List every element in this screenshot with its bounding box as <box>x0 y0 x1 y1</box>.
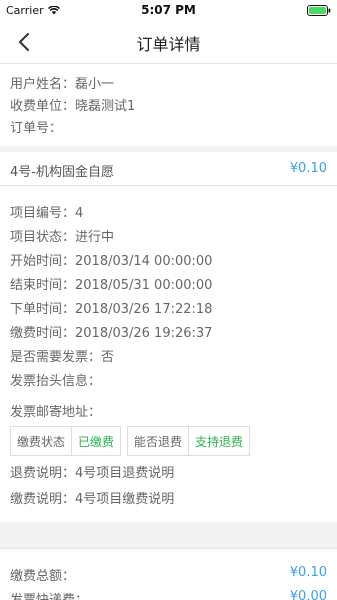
start-time-text: 开始时间：2018/03/14 00:00:00 <box>10 254 213 269</box>
end-time-text: 结束时间：2018/05/31 00:00:00 <box>10 278 213 293</box>
refund-value: 支持退费 <box>195 434 244 449</box>
total-value: ¥0.10 <box>289 565 327 580</box>
pay-status-tag: 缴费状态 已缴费 <box>10 426 122 456</box>
status-right <box>307 5 331 16</box>
refund-desc-text: 退费说明：4号项目退费说明 <box>10 466 175 481</box>
totals-card: 缴费总额： ¥0.10 发票快递费： ¥0.00 <box>0 548 337 600</box>
item-detail-card: 项目编号：4 项目状态：进行中 开始时间：2018/03/14 00:00:00… <box>0 186 337 522</box>
charge-unit-text: 收费单位：晓磊测试1 <box>10 99 136 114</box>
user-name-text: 用户姓名：磊小一 <box>10 77 115 92</box>
total-label: 缴费总额： <box>10 569 76 584</box>
pay-status-label: 缴费状态 <box>11 427 73 455</box>
nav-bar: 订单详情 <box>0 20 337 64</box>
pay-time-text: 缴费时间：2018/03/26 19:26:37 <box>10 326 213 341</box>
pay-status-value: 已缴费 <box>78 434 115 449</box>
refund-label: 能否退费 <box>128 427 190 455</box>
pay-desc-text: 缴费说明：4号项目缴费说明 <box>10 492 175 507</box>
battery-icon <box>307 5 331 16</box>
order-number-text: 订单号： <box>10 121 63 136</box>
invoice-header-text: 发票抬头信息： <box>10 374 102 389</box>
status-time: 5:07 PM <box>141 3 196 17</box>
express-fee-label: 发票快递费： <box>10 589 88 600</box>
item-code-text: 项目编号：4 <box>10 206 84 221</box>
page-title: 订单详情 <box>136 35 201 54</box>
refund-tag: 能否退费 支持退费 <box>127 426 251 456</box>
need-invoice-text: 是否需要发票：否 <box>10 350 115 365</box>
order-time-text: 下单时间：2018/03/26 17:22:18 <box>10 302 213 317</box>
item-title: 4号-机构固金自愿 <box>10 165 114 180</box>
item-price: ¥0.10 <box>289 161 327 176</box>
user-info-card: 用户姓名：磊小一 收费单位：晓磊测试1 订单号： <box>0 64 337 146</box>
item-header: 4号-机构固金自愿 ¥0.10 <box>0 152 337 186</box>
status-bar: Carrier 5:07 PM <box>0 0 337 20</box>
item-status-text: 项目状态：进行中 <box>10 230 115 245</box>
express-fee-value: ¥0.00 <box>289 589 327 600</box>
invoice-address-text: 发票邮寄地址： <box>10 405 102 420</box>
